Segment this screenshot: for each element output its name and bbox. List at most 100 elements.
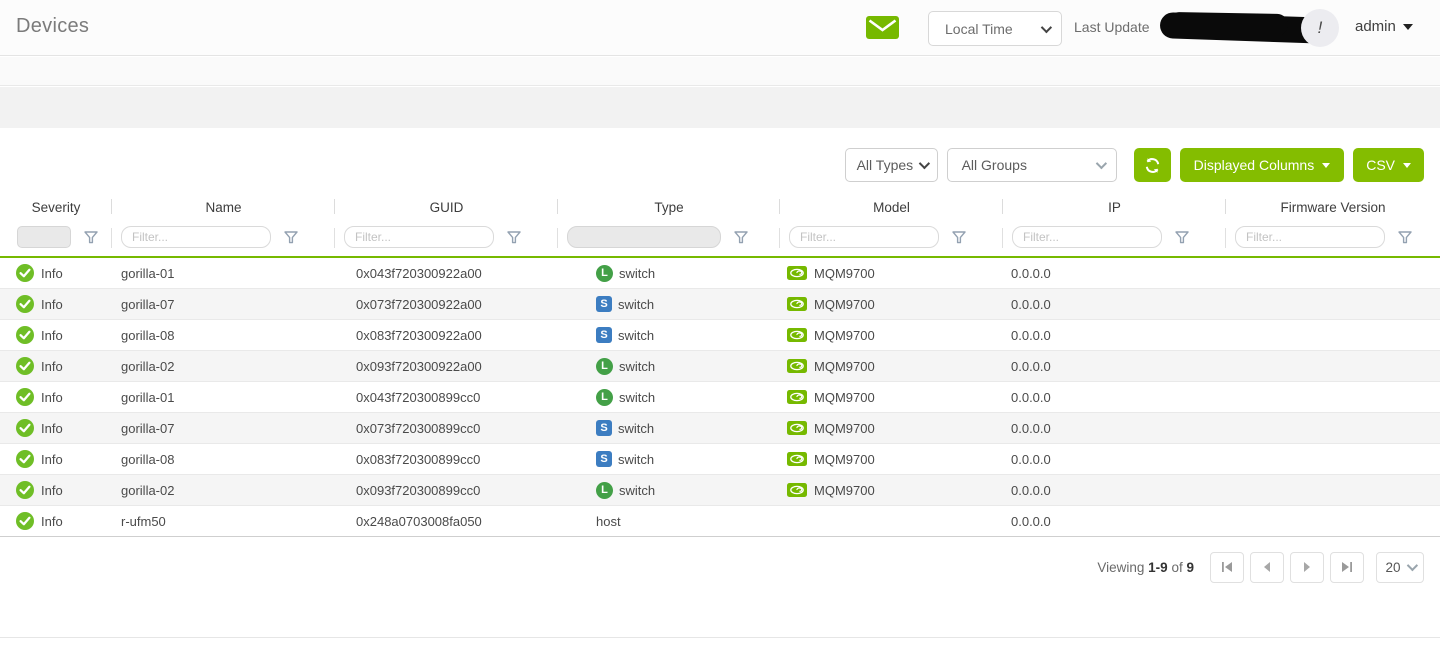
table-row[interactable]: Infogorilla-020x093f720300922a00Lswitch … [0, 351, 1440, 382]
last-page-button[interactable] [1330, 552, 1364, 583]
cell-model: MQM9700 [814, 483, 875, 498]
group-filter-select[interactable]: All Groups [947, 148, 1117, 182]
column-header-severity[interactable]: Severity [0, 196, 112, 218]
nvidia-logo-icon [787, 297, 807, 311]
table-row[interactable]: Infogorilla-070x073f720300899cc0Sswitch … [0, 413, 1440, 444]
next-page-icon [1303, 562, 1311, 572]
table-row[interactable]: Infor-ufm500x248a0703008fa050host0.0.0.0 [0, 506, 1440, 537]
filter-funnel-icon[interactable] [734, 231, 748, 244]
info-severity-icon [16, 481, 34, 499]
help-avatar-icon[interactable]: ! [1301, 9, 1339, 47]
table-row[interactable]: Infogorilla-010x043f720300922a00Lswitch … [0, 258, 1440, 289]
mail-icon[interactable] [866, 16, 899, 39]
filter-funnel-icon[interactable] [1175, 231, 1189, 244]
cell-severity: Info [0, 320, 112, 350]
table-row[interactable]: Infogorilla-080x083f720300899cc0Sswitch … [0, 444, 1440, 475]
type-filter-select[interactable]: All Types [845, 148, 938, 182]
cell-ip: 0.0.0.0 [1003, 320, 1226, 350]
table-row[interactable]: Infogorilla-010x043f720300899cc0Lswitch … [0, 382, 1440, 413]
timezone-select[interactable]: Local Time [928, 11, 1062, 46]
cell-severity: Info [0, 382, 112, 412]
filter-cell-ip [1003, 218, 1226, 256]
filter-input-ip[interactable] [1012, 226, 1162, 248]
cell-guid: 0x043f720300922a00 [335, 258, 558, 288]
csv-label: CSV [1366, 157, 1395, 173]
previous-page-icon [1263, 562, 1271, 572]
column-header-ip[interactable]: IP [1003, 196, 1226, 218]
filter-funnel-icon[interactable] [1398, 231, 1412, 244]
cell-name: gorilla-02 [112, 475, 335, 505]
first-page-button[interactable] [1210, 552, 1244, 583]
info-severity-icon [16, 357, 34, 375]
table-header-row: SeverityNameGUIDTypeModelIPFirmware Vers… [0, 196, 1440, 218]
timezone-select-value: Local Time [945, 21, 1013, 37]
page-title: Devices [16, 15, 89, 38]
user-menu[interactable]: admin [1355, 18, 1413, 35]
spine-badge-icon: S [596, 451, 612, 467]
devices-page: Devices Local Time Last Update ! admin A… [0, 0, 1440, 656]
filter-funnel-icon[interactable] [84, 231, 98, 244]
last-page-icon [1341, 561, 1353, 573]
filter-select-severity[interactable] [17, 226, 71, 248]
cell-severity: Info [0, 413, 112, 443]
table-row[interactable]: Infogorilla-080x083f720300922a00Sswitch … [0, 320, 1440, 351]
filter-cell-severity [0, 218, 112, 256]
cell-severity: Info [0, 444, 112, 474]
cell-model-wrap: MQM9700 [780, 444, 1003, 474]
filter-input-guid[interactable] [344, 226, 494, 248]
cell-type: Sswitch [558, 320, 780, 350]
csv-button[interactable]: CSV [1353, 148, 1424, 182]
subheader-band [0, 57, 1440, 86]
chevron-down-icon [918, 158, 929, 169]
caret-down-icon [1322, 163, 1330, 168]
nvidia-logo-icon [787, 359, 807, 373]
filter-select-type[interactable] [567, 226, 721, 248]
filter-funnel-icon[interactable] [507, 231, 521, 244]
info-severity-icon [16, 388, 34, 406]
cell-firmware [1226, 320, 1440, 350]
info-severity-icon [16, 326, 34, 344]
cell-model: MQM9700 [814, 452, 875, 467]
previous-page-button[interactable] [1250, 552, 1284, 583]
cell-guid: 0x093f720300899cc0 [335, 475, 558, 505]
column-header-firmware-version[interactable]: Firmware Version [1226, 196, 1440, 218]
chevron-down-icon [1095, 158, 1106, 169]
cell-model-wrap: MQM9700 [780, 475, 1003, 505]
cell-type: Lswitch [558, 475, 780, 505]
cell-firmware [1226, 475, 1440, 505]
cell-name: gorilla-08 [112, 320, 335, 350]
column-header-model[interactable]: Model [780, 196, 1003, 218]
footer-divider [0, 637, 1440, 638]
column-header-type[interactable]: Type [558, 196, 780, 218]
info-severity-icon [16, 295, 34, 313]
cell-model-wrap [780, 506, 1003, 536]
column-header-name[interactable]: Name [112, 196, 335, 218]
filter-cell-name [112, 218, 335, 256]
cell-ip: 0.0.0.0 [1003, 506, 1226, 536]
caret-down-icon [1403, 24, 1413, 30]
cell-name: gorilla-07 [112, 289, 335, 319]
nvidia-logo-icon [787, 390, 807, 404]
filter-input-name[interactable] [121, 226, 271, 248]
filter-input-model[interactable] [789, 226, 939, 248]
table-row[interactable]: Infogorilla-020x093f720300899cc0Lswitch … [0, 475, 1440, 506]
cell-guid: 0x093f720300922a00 [335, 351, 558, 381]
page-size-select[interactable]: 20 [1376, 552, 1424, 583]
displayed-columns-button[interactable]: Displayed Columns [1180, 148, 1345, 182]
spine-badge-icon: S [596, 327, 612, 343]
cell-firmware [1226, 506, 1440, 536]
filter-funnel-icon[interactable] [952, 231, 966, 244]
filter-funnel-icon[interactable] [284, 231, 298, 244]
cell-ip: 0.0.0.0 [1003, 413, 1226, 443]
column-header-guid[interactable]: GUID [335, 196, 558, 218]
info-severity-icon [16, 264, 34, 282]
displayed-columns-label: Displayed Columns [1194, 157, 1315, 173]
filter-cell-guid [335, 218, 558, 256]
info-severity-icon [16, 450, 34, 468]
next-page-button[interactable] [1290, 552, 1324, 583]
cell-guid: 0x043f720300899cc0 [335, 382, 558, 412]
filter-input-firmware-version[interactable] [1235, 226, 1385, 248]
refresh-button[interactable] [1134, 148, 1171, 182]
cell-ip: 0.0.0.0 [1003, 475, 1226, 505]
table-row[interactable]: Infogorilla-070x073f720300922a00Sswitch … [0, 289, 1440, 320]
